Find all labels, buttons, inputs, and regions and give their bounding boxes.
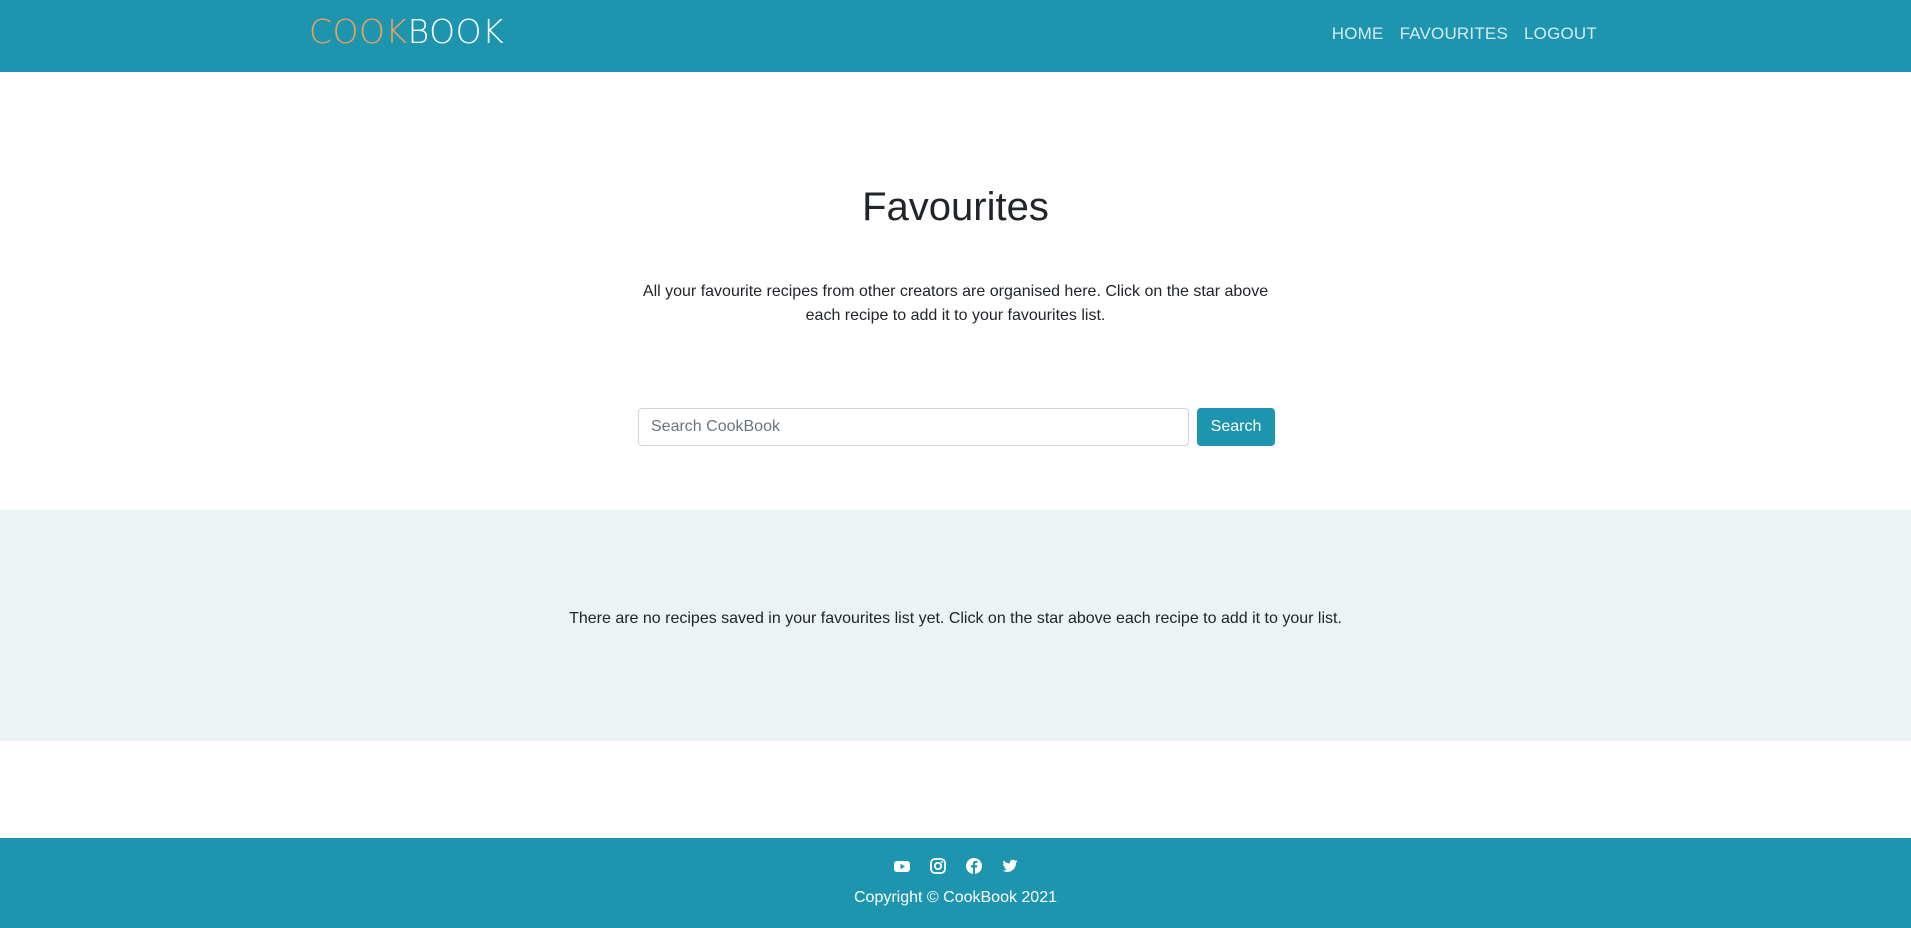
instagram-icon[interactable] <box>929 857 947 875</box>
nav-link-favourites[interactable]: FAVOURITES <box>1400 24 1508 44</box>
facebook-icon[interactable] <box>965 857 983 875</box>
twitter-icon[interactable] <box>1001 857 1019 875</box>
brand-logo[interactable]: COOKBOOK <box>309 14 504 50</box>
footer: Copyright © CookBook 2021 <box>0 838 1911 928</box>
search-form: Search <box>638 408 1275 446</box>
brand-part-book: BOOK <box>407 12 505 51</box>
nav-link-logout[interactable]: LOGOUT <box>1524 24 1597 44</box>
nav-menu: HOME FAVOURITES LOGOUT <box>1332 24 1597 44</box>
favourites-list-section: There are no recipes saved in your favou… <box>0 510 1911 741</box>
social-links <box>0 857 1911 875</box>
page-description: All your favourite recipes from other cr… <box>642 283 1269 324</box>
search-input[interactable] <box>638 408 1189 446</box>
search-button[interactable]: Search <box>1197 408 1275 446</box>
navbar: COOKBOOK HOME FAVOURITES LOGOUT <box>0 0 1911 72</box>
page-title: Favourites <box>862 185 1049 229</box>
brand-part-cook: COOK <box>309 12 408 51</box>
nav-link-home[interactable]: HOME <box>1332 24 1384 44</box>
empty-favourites-message: There are no recipes saved in your favou… <box>569 610 1342 627</box>
youtube-icon[interactable] <box>893 857 911 875</box>
copyright-text: Copyright © CookBook 2021 <box>853 889 1057 906</box>
